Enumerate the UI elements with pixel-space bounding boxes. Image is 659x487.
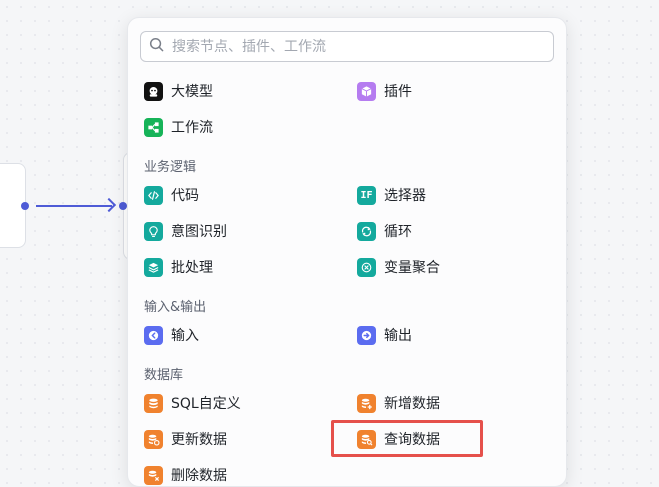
node-item-variable-merge[interactable]: 变量聚合 — [357, 255, 440, 279]
node-item-label: 更新数据 — [171, 432, 227, 448]
search-icon — [149, 37, 164, 56]
node-item-selector[interactable]: IF 选择器 — [357, 183, 426, 207]
node-item-plugin[interactable]: 插件 — [357, 79, 412, 103]
plugin-cube-icon — [357, 81, 376, 101]
node-item-output[interactable]: 输出 — [357, 323, 412, 347]
if-selector-icon: IF — [357, 185, 376, 205]
node-item-code[interactable]: 代码 — [144, 183, 199, 207]
node-item-label: 输出 — [384, 328, 412, 344]
node-item-update-data[interactable]: 更新数据 — [144, 427, 227, 451]
node-item-label: 意图识别 — [171, 224, 227, 240]
node-item-label: 循环 — [384, 224, 412, 240]
intent-bulb-icon — [144, 221, 163, 241]
node-item-add-data[interactable]: 新增数据 — [357, 391, 440, 415]
node-item-label: 选择器 — [384, 188, 426, 204]
node-picker-panel: 大模型 插件 工作流 业务逻辑 代码 IF 选择器 意图识别 循环 — [127, 17, 567, 487]
node-output-port[interactable] — [21, 202, 29, 210]
database-sql-icon — [144, 393, 163, 413]
section-title-business-logic: 业务逻辑 — [144, 160, 197, 175]
node-item-intent[interactable]: 意图识别 — [144, 219, 227, 243]
node-item-label: 批处理 — [171, 260, 213, 276]
database-update-icon — [144, 429, 163, 449]
node-item-label: 工作流 — [171, 120, 213, 136]
database-delete-icon — [144, 465, 163, 485]
node-item-label: 变量聚合 — [384, 260, 440, 276]
node-input-port[interactable] — [119, 202, 127, 210]
highlight-box — [331, 420, 483, 457]
node-item-llm[interactable]: 大模型 — [144, 79, 213, 103]
node-item-label: 插件 — [384, 84, 412, 100]
node-item-loop[interactable]: 循环 — [357, 219, 412, 243]
variable-merge-icon — [357, 257, 376, 277]
connection-line — [36, 205, 112, 207]
input-icon — [144, 325, 163, 345]
node-item-label: 输入 — [171, 328, 199, 344]
node-item-workflow[interactable]: 工作流 — [144, 115, 213, 139]
node-item-label: 删除数据 — [171, 468, 227, 484]
node-item-input[interactable]: 输入 — [144, 323, 199, 347]
workflow-icon — [144, 117, 163, 137]
node-item-batch[interactable]: 批处理 — [144, 255, 213, 279]
database-add-icon — [357, 393, 376, 413]
section-title-database: 数据库 — [144, 368, 184, 383]
node-item-label: SQL自定义 — [171, 396, 241, 412]
node-item-sql[interactable]: SQL自定义 — [144, 391, 241, 415]
output-icon — [357, 325, 376, 345]
code-icon — [144, 185, 163, 205]
node-item-label: 代码 — [171, 188, 199, 204]
loop-icon — [357, 221, 376, 241]
node-item-delete-data[interactable]: 删除数据 — [144, 463, 227, 487]
batch-layers-icon — [144, 257, 163, 277]
search-box[interactable] — [140, 31, 554, 62]
search-input[interactable] — [170, 37, 544, 56]
llm-icon — [144, 81, 163, 101]
node-item-label: 大模型 — [171, 84, 213, 100]
connection-arrow-icon — [101, 197, 117, 213]
section-title-input-output: 输入&输出 — [144, 300, 207, 315]
node-item-label: 新增数据 — [384, 396, 440, 412]
